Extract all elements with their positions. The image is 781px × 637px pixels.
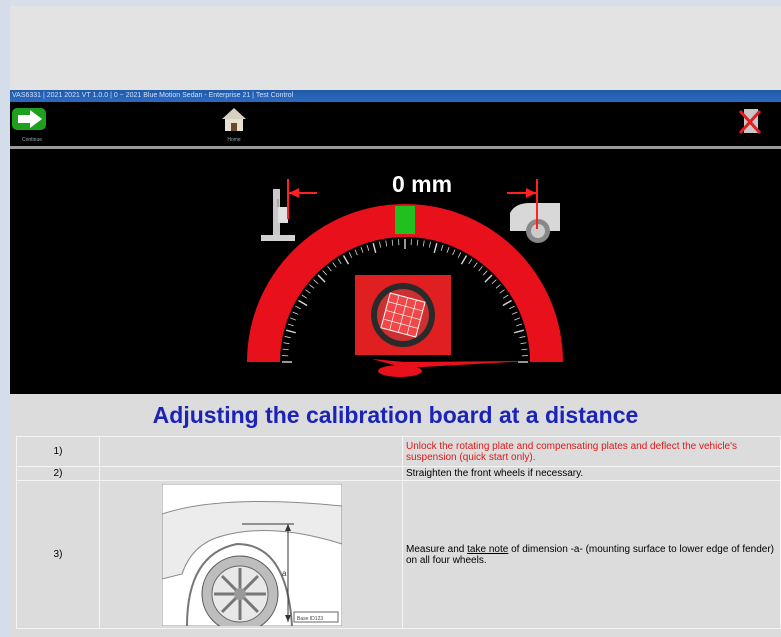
gauge-tick <box>468 258 473 265</box>
home-icon <box>222 108 246 131</box>
gauge-tick <box>332 262 337 268</box>
gauge-area: 0 mm <box>10 149 781 394</box>
step-image-cell <box>99 466 403 481</box>
left-distance-marker <box>287 179 317 219</box>
left-sidebar <box>0 0 10 637</box>
panel-heading: Adjusting the calibration board at a dis… <box>152 402 639 428</box>
home-label: Home <box>227 137 241 143</box>
gauge-tick <box>513 329 524 334</box>
gauge-tick <box>516 323 523 327</box>
gauge-tick <box>360 247 364 253</box>
step-text: Unlock the rotating plate and compensati… <box>402 436 781 467</box>
calibration-target-icon <box>355 275 451 355</box>
exit-icon <box>738 109 762 135</box>
step-number: 2) <box>16 466 100 481</box>
gauge-tick <box>301 294 308 299</box>
gauge-tick <box>416 239 419 246</box>
gauge-tick <box>309 284 315 289</box>
gauge-tick <box>484 274 493 283</box>
next-button[interactable]: Continue <box>12 105 52 143</box>
table-row: 2) Straighten the front wheels if necess… <box>16 466 781 481</box>
gauge-tick <box>298 299 308 307</box>
window-title: VAS6331 | 2021 2021 VT 1.0.0 | 0 ~ 2021 … <box>12 92 294 99</box>
gauge-tick <box>342 255 350 265</box>
gauge-tick <box>305 289 311 294</box>
step-number: 1) <box>16 436 100 467</box>
gauge-tick <box>428 241 431 248</box>
exit-button[interactable] <box>730 105 770 143</box>
instruction-panel: Adjusting the calibration board at a dis… <box>10 394 781 637</box>
step-text-underline: take note <box>467 543 509 555</box>
gauge-tick <box>520 342 527 345</box>
gauge-tick <box>511 311 518 315</box>
gauge-tick <box>519 336 526 339</box>
table-row: 3) a Base ID123 Measure and take note of… <box>16 480 781 629</box>
gauge-tick <box>354 249 358 256</box>
gauge-tick <box>509 305 515 310</box>
measuring-stand-icon <box>261 189 295 241</box>
gauge-tick <box>499 289 505 294</box>
gauge-tick <box>491 279 497 285</box>
step-number: 3) <box>16 480 100 629</box>
toolbar: Continue Home <box>10 102 781 149</box>
step-text-part: Measure and <box>406 543 468 555</box>
gauge-tick <box>521 348 528 351</box>
gauge-svg: 0 mm <box>247 171 563 377</box>
gauge-tick <box>478 266 483 272</box>
wheel-diagram-image: a Base ID123 <box>162 483 342 626</box>
gauge-tick <box>385 240 388 247</box>
step-image-cell <box>99 436 403 467</box>
gauge-tick <box>290 317 296 321</box>
gauge-tick <box>348 252 353 258</box>
gauge-tick <box>473 262 478 268</box>
top-blank-area <box>10 6 781 90</box>
home-button[interactable]: Home <box>214 105 254 143</box>
gauge-tick <box>372 243 377 254</box>
table-row: 1) Unlock the rotating plate and compens… <box>16 436 781 467</box>
next-label: Continue <box>21 137 42 143</box>
gauge-tick <box>452 249 456 256</box>
gauge-value: 0 mm <box>392 171 452 197</box>
gauge-tick <box>313 279 319 285</box>
gauge-pointer-base <box>378 365 422 377</box>
application-window: Continue Home 0 mm Adjusting the calibra… <box>10 102 781 637</box>
step-image-cell: a Base ID123 <box>99 480 403 629</box>
gauge-tick <box>457 252 462 258</box>
gauge-tick <box>482 270 488 276</box>
gauge-tick <box>433 243 438 254</box>
gauge-tick <box>391 239 394 246</box>
gauge-tick <box>286 329 297 334</box>
image-caption: Base ID123 <box>297 616 323 622</box>
gauge-tick <box>379 241 382 248</box>
gauge-tick <box>422 240 425 247</box>
gauge-tick <box>337 258 342 265</box>
window-titlebar: VAS6331 | 2021 2021 VT 1.0.0 | 0 ~ 2021 … <box>10 90 781 102</box>
gauge-tick <box>317 274 326 283</box>
gauge-tick <box>502 299 512 307</box>
gauge-tick <box>283 342 290 345</box>
gauge-tick <box>460 255 468 265</box>
gauge-indicator <box>395 206 415 234</box>
gauge-tick <box>366 244 370 251</box>
gauge-tick <box>287 323 294 327</box>
steps-table: 1) Unlock the rotating plate and compens… <box>16 436 781 629</box>
gauge-tick <box>446 247 450 253</box>
gauge-tick <box>514 317 520 321</box>
step-text: Measure and take note of dimension -a- (… <box>402 480 781 629</box>
gauge-tick <box>295 305 301 310</box>
gauge-tick <box>440 244 444 251</box>
gauge-tick <box>292 311 299 315</box>
step-text: Straighten the front wheels if necessary… <box>402 466 781 481</box>
car-wheel-icon <box>510 203 560 243</box>
gauge-tick <box>495 284 501 289</box>
gauge-tick <box>322 270 328 276</box>
dimension-label: a <box>282 569 287 578</box>
gauge-tick <box>282 348 289 351</box>
gauge-tick <box>327 266 332 272</box>
gauge-tick <box>502 294 509 299</box>
gauge-tick <box>284 336 291 339</box>
next-arrow-icon <box>12 108 46 130</box>
